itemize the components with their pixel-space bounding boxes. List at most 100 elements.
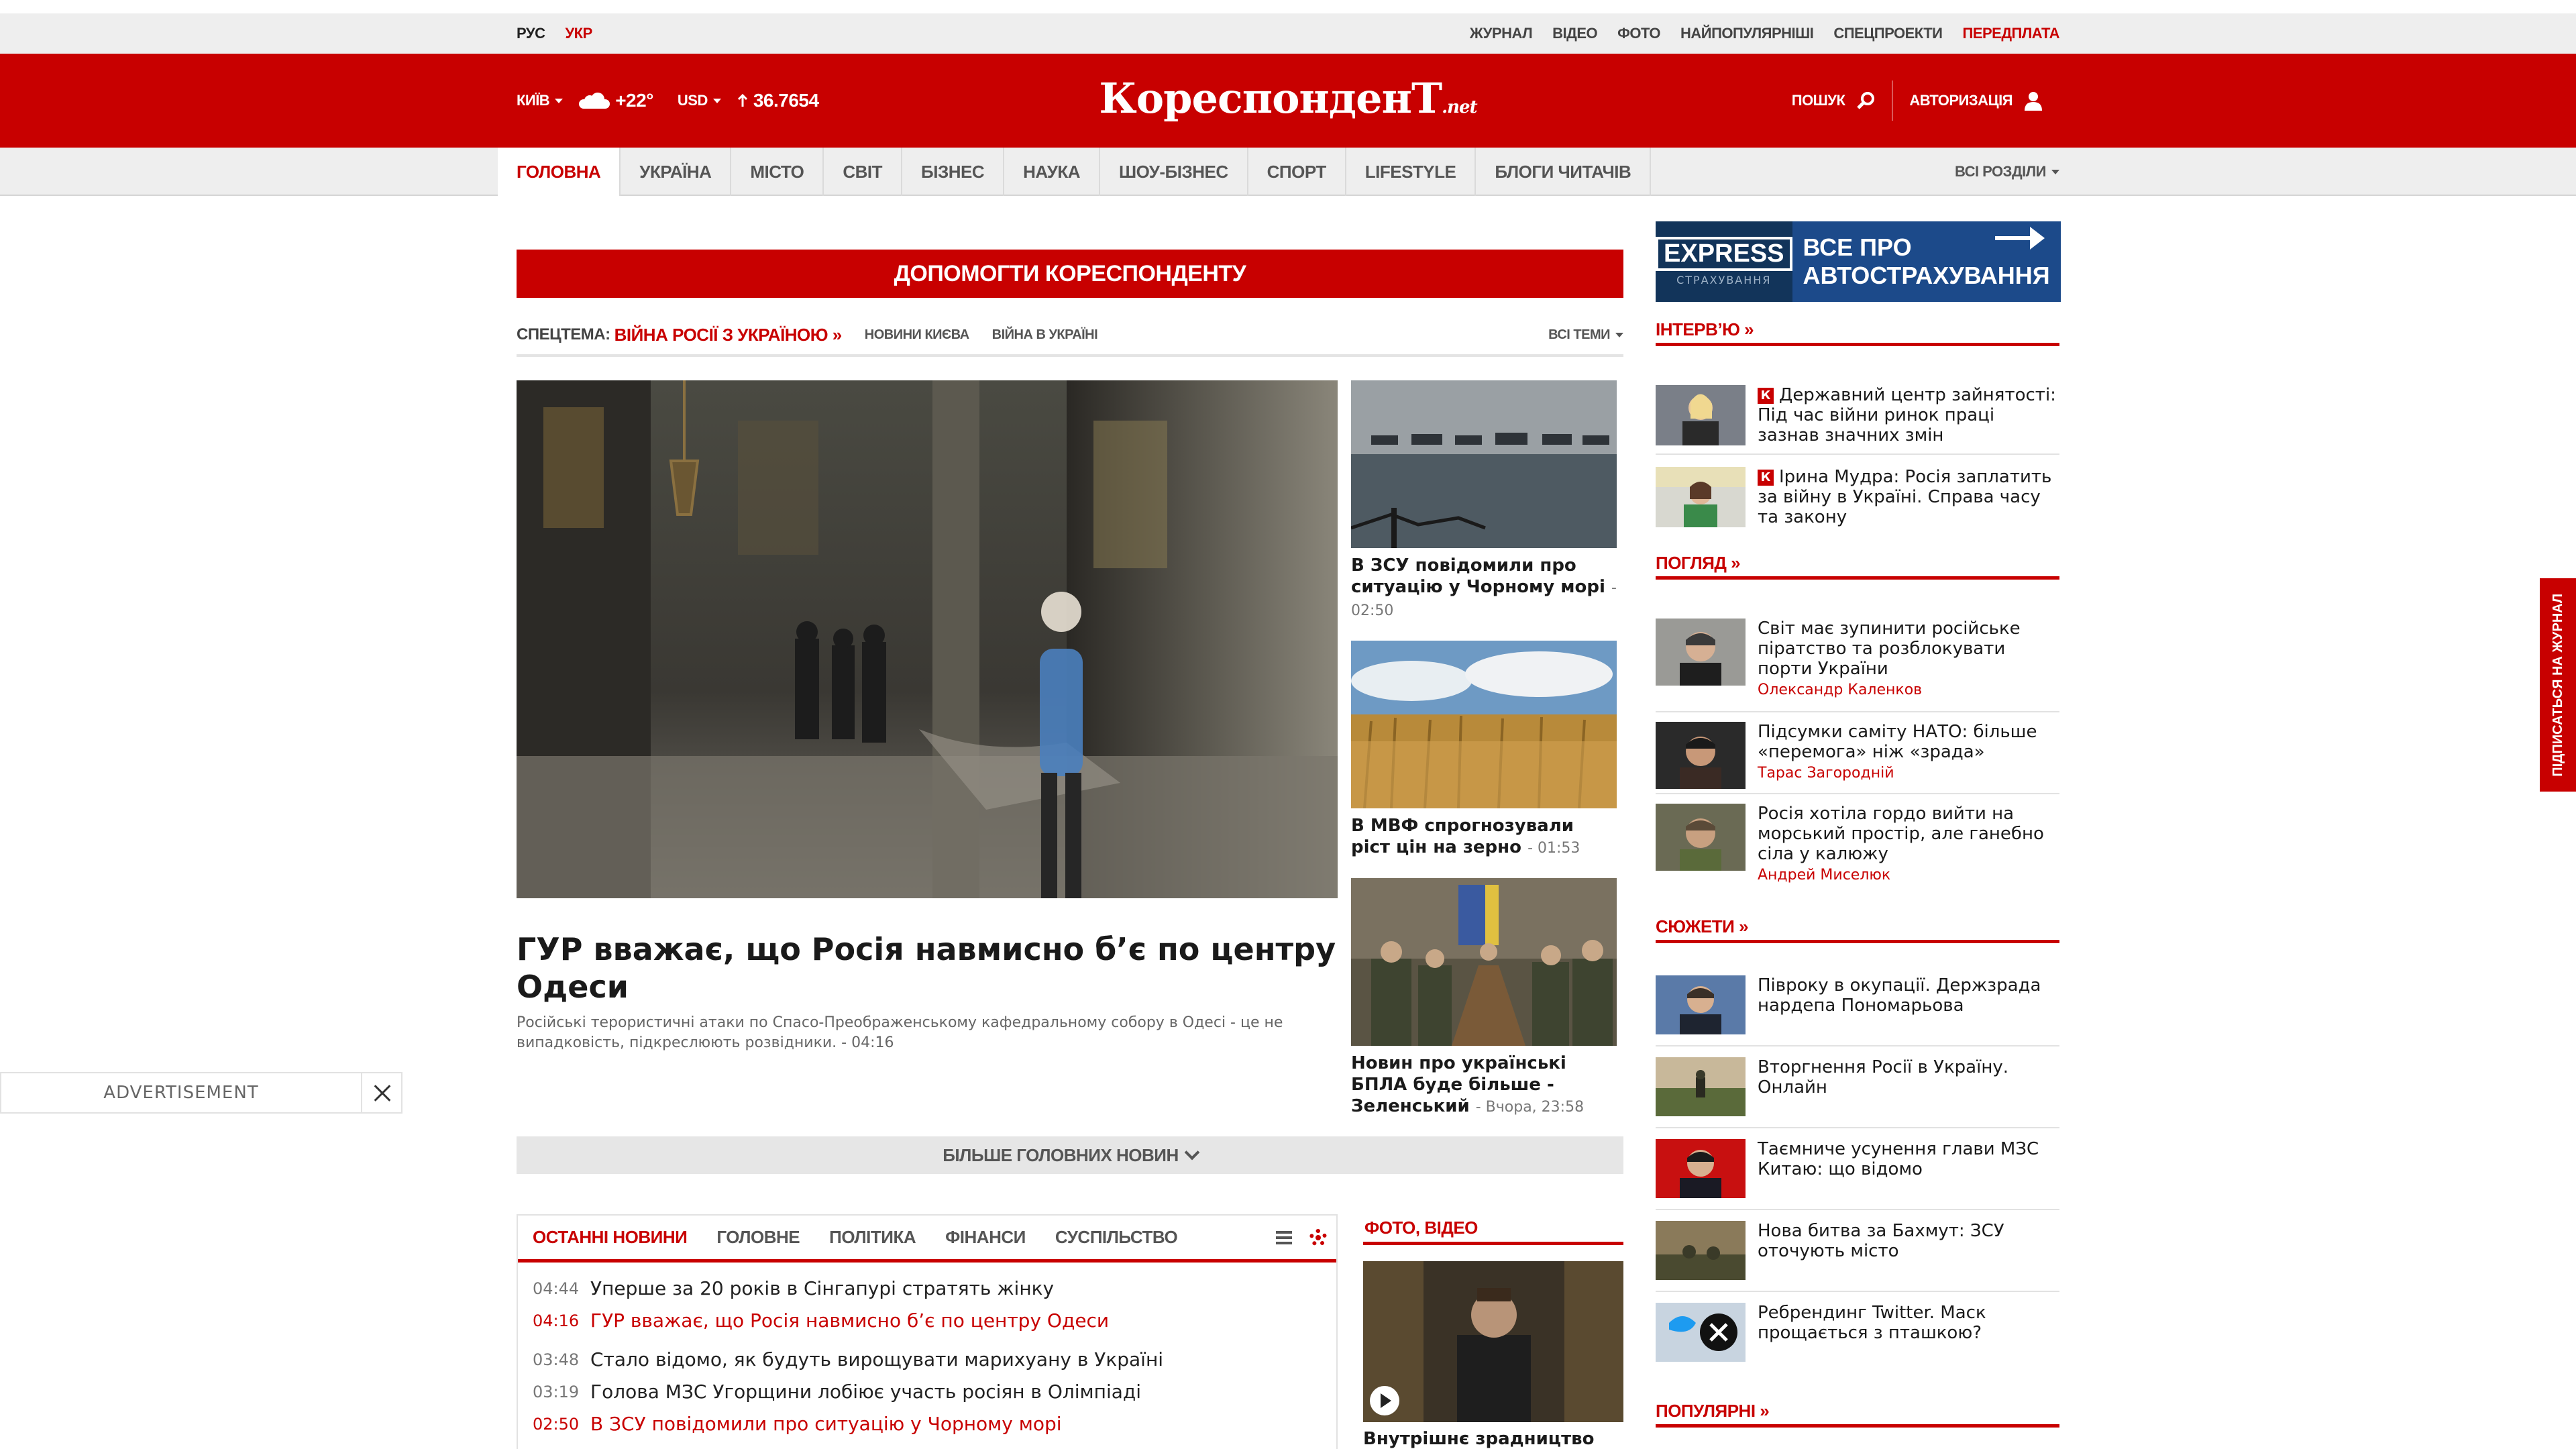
hero-headline[interactable]: ГУР вважає, що Росія навмисно б’є по цен…	[517, 930, 1338, 1006]
list-item[interactable]: 03:48 Стало відомо, як будуть вирощувати …	[533, 1348, 1322, 1371]
author-photo	[1656, 804, 1746, 871]
chevron-down-icon	[1615, 332, 1623, 337]
list-item[interactable]: 03:19 Голова МЗС Угорщини лобіює участь р…	[533, 1381, 1322, 1403]
currency-selector[interactable]: USD	[678, 92, 721, 109]
tab-business[interactable]: БІЗНЕС	[902, 148, 1005, 196]
story-item[interactable]: Вторгнення Росії в Україну. Онлайн	[1656, 1057, 2059, 1124]
cathedral-photo	[517, 380, 1338, 898]
link-photo[interactable]: ФОТО	[1617, 25, 1660, 42]
link-video[interactable]: ВІДЕО	[1552, 25, 1597, 42]
story-title: Нова битва за Бахмут: ЗСУ оточують місто	[1758, 1221, 2004, 1261]
interview-heading[interactable]: ІНТЕРВ’Ю »	[1656, 317, 2059, 346]
help-banner[interactable]: ДОПОМОГТИ КОРЕСПОНДЕНТУ	[517, 250, 1623, 298]
link-subscription[interactable]: ПЕРЕДПЛАТА	[1963, 25, 2060, 42]
city-selector[interactable]: КИЇВ	[517, 92, 564, 109]
auth-button[interactable]: АВТОРИЗАЦІЯ	[1893, 80, 2059, 121]
tab-society[interactable]: СУСПІЛЬСТВО	[1055, 1227, 1178, 1248]
subscribe-label: ПІДПИСАТЬСЯ НА ЖУРНАЛ	[2550, 593, 2565, 777]
tab-ukraine[interactable]: УКРАЇНА	[621, 148, 732, 196]
search-icon	[1857, 92, 1875, 109]
news-title: ГУР вважає, що Росія навмисно б’є по цен…	[590, 1309, 1110, 1332]
tab-reader-blogs[interactable]: БЛОГИ ЧИТАЧІВ	[1476, 148, 1652, 196]
photo-video-heading[interactable]: ФОТО, ВІДЕО	[1363, 1214, 1623, 1245]
list-view-icon[interactable]	[1276, 1230, 1292, 1244]
story-title: Півроку в окупації. Держзрада нардепа По…	[1758, 975, 2041, 1016]
more-main-news-button[interactable]: БІЛЬШЕ ГОЛОВНИХ НОВИН	[517, 1136, 1623, 1174]
opinion-item[interactable]: Росія хотіла гордо вийти на морський про…	[1656, 804, 2059, 891]
opinion-title: Росія хотіла гордо вийти на морський про…	[1758, 804, 2044, 864]
tab-city[interactable]: МІСТО	[731, 148, 824, 196]
interview-title: Державний центр зайнятості: Під час війн…	[1758, 385, 2056, 445]
tab-politics[interactable]: ПОЛІТИКА	[829, 1227, 916, 1248]
opinion-author[interactable]: Тарас Загородній	[1758, 765, 2059, 782]
story-item[interactable]: Півроку в окупації. Держзрада нардепа По…	[1656, 975, 2059, 1042]
link-popular[interactable]: НАЙПОПУЛЯРНІШІ	[1680, 25, 1814, 42]
link-special-projects[interactable]: СПЕЦПРОЕКТИ	[1833, 25, 1943, 42]
tab-finance[interactable]: ФІНАНСИ	[945, 1227, 1026, 1248]
spec-tag-kyiv[interactable]: НОВИНИ КИЄВА	[865, 327, 969, 343]
link-journal[interactable]: ЖУРНАЛ	[1470, 25, 1533, 42]
tab-showbiz[interactable]: ШОУ-БІЗНЕС	[1100, 148, 1248, 196]
story-item[interactable]: Ребрендинг Twitter. Маск прощається з пт…	[1656, 1303, 2059, 1370]
video-caption[interactable]: Внутрішнє зрадництво	[1363, 1429, 1623, 1449]
tab-main[interactable]: ГОЛОВНЕ	[716, 1227, 800, 1248]
lang-ukr[interactable]: УКР	[565, 25, 592, 42]
opinion-item[interactable]: Світ має зупинити російське піратство та…	[1656, 619, 2059, 712]
search-button[interactable]: ПОШУК	[1776, 80, 1892, 121]
tab-science[interactable]: НАУКА	[1004, 148, 1101, 196]
spec-tag-war[interactable]: ВІЙНА В УКРАЇНІ	[992, 327, 1098, 343]
story-item[interactable]: Нова битва за Бахмут: ЗСУ оточують місто	[1656, 1221, 2059, 1288]
play-icon[interactable]	[1370, 1386, 1399, 1415]
all-sections-dropdown[interactable]: ВСІ РОЗДІЛИ	[1955, 148, 2078, 196]
spec-label: СПЕЦТЕМА:	[517, 325, 610, 343]
language-switcher: РУС УКР	[517, 25, 592, 42]
tab-sport[interactable]: СПОРТ	[1248, 148, 1346, 196]
insurance-ad-banner[interactable]: EXPRESS СТРАХУВАННЯ ВСЕ ПРО АВТОСТРАХУВА…	[1656, 221, 2061, 302]
right-sidebar: EXPRESS СТРАХУВАННЯ ВСЕ ПРО АВТОСТРАХУВА…	[1656, 196, 2061, 1449]
opinion-item[interactable]: Підсумки саміту НАТО: більше «перемога» …	[1656, 722, 2059, 796]
story-thumb	[1656, 1057, 1746, 1116]
side-news-time: - Вчора, 23:58	[1475, 1099, 1585, 1116]
cloud-icon	[579, 93, 610, 109]
news-time: 02:50	[533, 1415, 580, 1434]
side-news-card[interactable]: В МВФ спрогнозували ріст цін на зерно - …	[1351, 641, 1617, 859]
tab-latest[interactable]: ОСТАННІ НОВИНИ	[533, 1227, 688, 1248]
list-item[interactable]: 04:16 ГУР вважає, що Росія навмисно б’є п…	[533, 1309, 1322, 1332]
close-icon[interactable]	[361, 1073, 401, 1112]
side-news-card[interactable]: Новин про українські БПЛА буде більше - …	[1351, 878, 1617, 1118]
hero-image[interactable]	[517, 380, 1338, 898]
k-badge-icon: К	[1758, 469, 1774, 486]
stories-heading[interactable]: СЮЖЕТИ »	[1656, 914, 2059, 943]
tab-lifestyle[interactable]: LIFESTYLE	[1346, 148, 1477, 196]
site-logo[interactable]: КореспонденТ.net	[1099, 74, 1477, 123]
all-topics-dropdown[interactable]: ВСІ ТЕМИ	[1548, 327, 1623, 343]
story-title: Ребрендинг Twitter. Маск прощається з пт…	[1758, 1303, 1986, 1343]
weather[interactable]: +22°	[579, 90, 653, 111]
video-thumbnail[interactable]	[1363, 1261, 1623, 1422]
opinion-author[interactable]: Олександр Каленков	[1758, 682, 2059, 698]
settings-gear-icon[interactable]	[1309, 1228, 1327, 1246]
chevron-down-icon	[555, 98, 564, 103]
story-item[interactable]: Таємниче усунення глави МЗС Китаю: що ві…	[1656, 1139, 2059, 1206]
opinion-title: Підсумки саміту НАТО: більше «перемога» …	[1758, 722, 2037, 762]
list-item[interactable]: 02:50 В ЗСУ повідомили про ситуацію у Чор…	[533, 1413, 1322, 1436]
hero-time: - 04:16	[841, 1034, 894, 1051]
list-item[interactable]: 04:44 Уперше за 20 років в Сінгапурі стра…	[533, 1277, 1322, 1300]
main-content: ДОПОМОГТИ КОРЕСПОНДЕНТУ СПЕЦТЕМА: ВІЙНА …	[517, 196, 1623, 1449]
popular-heading[interactable]: ПОПУЛЯРНІ »	[1656, 1398, 2059, 1428]
spec-war-link[interactable]: ВІЙНА РОСІЇ З УКРАЇНОЮ »	[614, 325, 843, 345]
side-news-card[interactable]: В ЗСУ повідомили про ситуацію у Чорному …	[1351, 380, 1617, 622]
divider	[1656, 453, 2059, 455]
tab-home[interactable]: ГОЛОВНА	[498, 148, 621, 196]
interview-item[interactable]: К Ірина Мудра: Росія заплатить за війну в…	[1656, 467, 2059, 531]
subscribe-journal-tab[interactable]: ПІДПИСАТЬСЯ НА ЖУРНАЛ	[2540, 578, 2576, 792]
hero-description-text: Російські терористичні атаки по Спасо-Пр…	[517, 1014, 1283, 1051]
opinion-author[interactable]: Андрей Миселюк	[1758, 867, 2059, 883]
latest-news-tabs: ОСТАННІ НОВИНИ ГОЛОВНЕ ПОЛІТИКА ФІНАНСИ …	[518, 1216, 1336, 1263]
news-title: Уперше за 20 років в Сінгапурі стратять …	[590, 1277, 1055, 1299]
divider	[1656, 711, 2059, 712]
lang-rus[interactable]: РУС	[517, 25, 545, 42]
interview-item[interactable]: К Державний центр зайнятості: Під час вій…	[1656, 385, 2059, 449]
opinion-heading[interactable]: ПОГЛЯД »	[1656, 550, 2059, 580]
tab-world[interactable]: СВІТ	[824, 148, 903, 196]
